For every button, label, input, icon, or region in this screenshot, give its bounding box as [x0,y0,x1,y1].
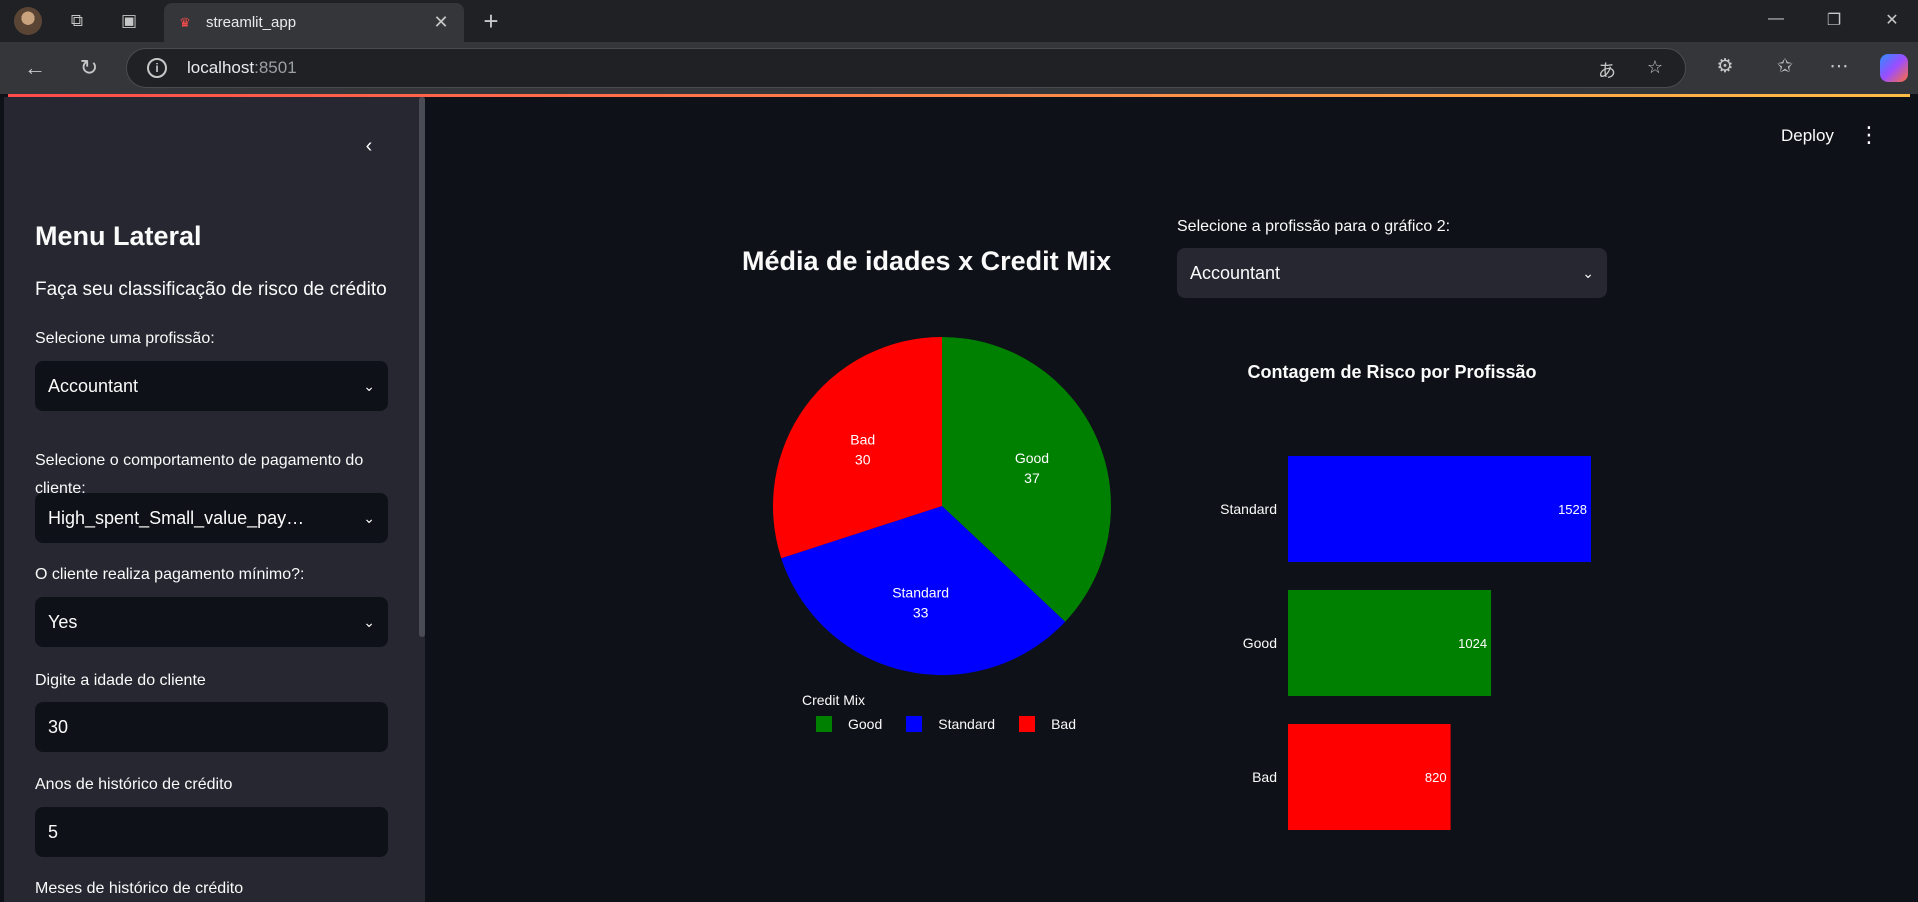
chevron-down-icon: ⌄ [363,377,375,394]
address-bar-row: ← ↻ i localhost:8501 あ ☆ ⚙ ✩ ⋯ [0,42,1918,94]
close-window-icon[interactable]: ✕ [1880,10,1904,30]
age-input[interactable]: 30 [35,702,388,752]
min-payment-label: O cliente realiza pagamento mínimo?: [35,566,305,583]
credit-months-label: Meses de histórico de crédito [35,880,244,897]
legend-label: Bad [1051,716,1076,732]
chevron-down-icon: ⌄ [363,613,375,630]
legend-item-standard[interactable]: Standard [906,716,995,732]
streamlit-favicon-icon: ♛ [179,14,191,30]
sidebar-title: Menu Lateral [35,221,202,251]
bar-category-label: Standard [1220,501,1277,517]
pie-legend-title: Credit Mix [802,692,866,708]
bar-value-label: 1024 [1458,636,1487,651]
bar-category-label: Good [1243,635,1277,651]
credit-years-label: Anos de histórico de crédito [35,776,233,793]
close-tab-icon[interactable]: ✕ [430,12,452,33]
legend-label: Standard [938,716,996,732]
sidebar-scrollbar[interactable] [419,97,425,637]
url-text: localhost:8501 [187,58,297,77]
age-label: Digite a idade do cliente [35,672,206,689]
favorites-icon[interactable]: ✩ [1772,55,1798,78]
favorite-star-icon[interactable]: ☆ [1643,57,1667,78]
reload-icon[interactable]: ↻ [76,55,102,81]
tab-title: streamlit_app [206,14,297,31]
credit-years-input[interactable]: 5 [35,807,388,857]
legend-label: Good [848,716,883,732]
legend-swatch [906,716,923,732]
site-info-icon[interactable]: i [147,58,167,78]
minimize-icon[interactable]: — [1764,10,1788,28]
copilot-icon[interactable] [1880,54,1908,82]
sidebar-subtitle: Faça seu classificação de risco de crédi… [35,279,387,300]
browser-tab[interactable]: ♛ streamlit_app ✕ [164,3,464,42]
profile-avatar[interactable] [14,7,42,35]
bar-chart: Standard 1528 Good 1024 Bad 820 [1220,456,1591,830]
main-menu-icon[interactable]: ⋮ [1858,124,1880,146]
pie-chart: Good 37 Standard 33 Bad 30 [773,336,1111,675]
min-payment-select[interactable]: Yes ⌄ [35,597,388,647]
collapse-sidebar-icon[interactable]: ‹ [356,133,382,159]
chart2-profession-select[interactable]: Accountant ⌄ [1177,248,1607,298]
pie-label-value: 30 [855,451,871,467]
back-icon[interactable]: ← [22,55,48,81]
url-field[interactable]: i localhost:8501 あ ☆ [126,48,1686,88]
legend-item-bad[interactable]: Bad [1019,716,1076,732]
profession-label: Selecione uma profissão: [35,330,215,347]
pie-label-value: 37 [1024,470,1040,486]
legend-swatch [1019,716,1036,732]
legend-swatch [816,716,832,732]
pie-label-value: 33 [913,605,929,621]
new-tab-icon[interactable]: + [478,8,504,34]
bar-value-label: 820 [1425,770,1447,785]
bar-category-label: Bad [1252,769,1277,785]
restore-icon[interactable]: ❐ [1822,10,1846,30]
sidebar: ‹ Menu Lateral Faça seu classificação de… [4,97,425,902]
workspaces-icon[interactable]: ⧉ [66,10,88,32]
tab-actions-icon[interactable]: ▣ [118,10,140,32]
bar-value-label: 1528 [1558,502,1587,517]
chevron-down-icon: ⌄ [363,509,375,526]
legend-item-good[interactable]: Good [816,716,882,732]
browser-tab-bar: ⧉ ▣ ♛ streamlit_app ✕ + — ❐ ✕ [0,0,1918,42]
payment-behaviour-select[interactable]: High_spent_Small_value_pay… ⌄ [35,493,388,543]
bar-chart-title: Contagem de Risco por Profissão [1247,362,1537,382]
deploy-button[interactable]: Deploy [1781,126,1834,146]
pie-label-name: Standard [892,585,949,601]
settings-more-icon[interactable]: ⋯ [1826,55,1852,78]
pie-chart-title: Média de idades x Credit Mix [742,246,1112,276]
pie-legend: Good Standard Bad [816,716,1100,732]
pie-label-name: Good [1015,450,1049,466]
profession-select[interactable]: Accountant ⌄ [35,361,388,411]
extensions-icon[interactable]: ⚙ [1712,55,1738,78]
read-aloud-icon[interactable]: あ [1595,57,1619,83]
chevron-down-icon: ⌄ [1582,264,1594,281]
chart2-profession-label: Selecione a profissão para o gráfico 2: [1177,218,1451,235]
pie-label-name: Bad [850,431,875,447]
bar-standard[interactable] [1288,456,1591,562]
